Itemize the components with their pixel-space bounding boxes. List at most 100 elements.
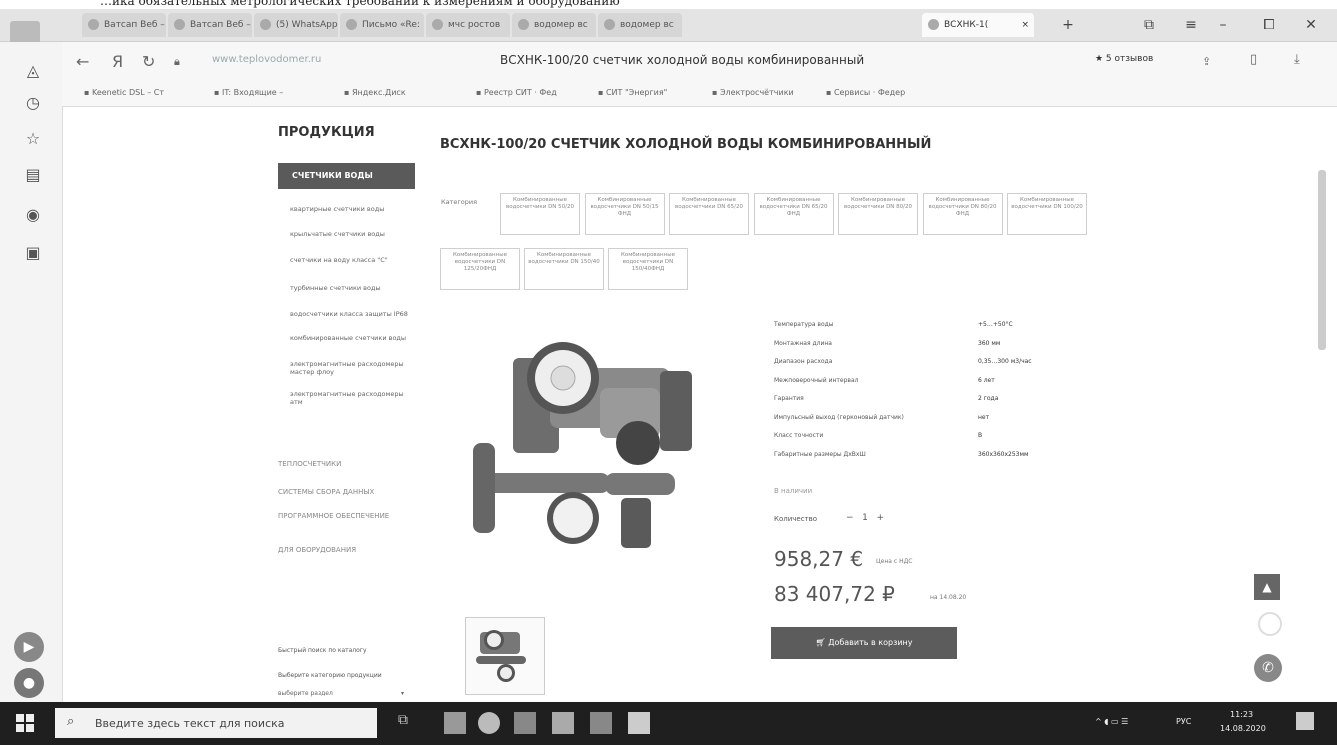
bookmark-label: IT: Входящие –: [221, 88, 284, 97]
search-icon: ⌕: [67, 714, 75, 729]
close-tab-icon[interactable]: ×: [1021, 13, 1029, 37]
downloads-icon[interactable]: ⤓: [1294, 52, 1300, 67]
tab-item[interactable]: Письмо «Re:: [340, 13, 424, 37]
sidebar-subitem[interactable]: комбинированные счетчики воды: [290, 334, 415, 342]
spec-label: Гарантия: [774, 395, 804, 402]
bookmark-item[interactable]: ▪ Сервисы · Федер: [826, 88, 905, 97]
calendar-icon[interactable]: ▣: [22, 242, 44, 264]
bookmark-item[interactable]: ▪ Реестр СИТ · Фед: [476, 88, 557, 97]
excel-icon[interactable]: [590, 712, 612, 734]
notifications-icon[interactable]: [1296, 712, 1314, 730]
filter-chip[interactable]: Комбинированные водосчетчики DN 50/15 ФН…: [584, 193, 665, 235]
reader-icon[interactable]: ▯: [1250, 52, 1257, 67]
filter-chip[interactable]: Комбинированные водосчетчики DN 150/40ФН…: [608, 248, 688, 290]
scroll-to-top-button[interactable]: ▲: [1254, 574, 1280, 600]
minimize-icon[interactable]: –: [1212, 15, 1234, 35]
restore-icon[interactable]: ⧠: [1258, 15, 1280, 35]
sidebar-subitem[interactable]: счетчики на воду класса "С": [290, 256, 415, 264]
notes-app-icon[interactable]: [628, 712, 650, 734]
sidebar-category[interactable]: ПРОГРАММНОЕ ОБЕСПЕЧЕНИЕ: [278, 512, 389, 520]
site-rating[interactable]: ★ 5 отзывов: [1095, 54, 1153, 64]
spec-value: нет: [978, 413, 990, 421]
yandex-browser-icon[interactable]: [478, 712, 500, 734]
sidebar-subitem[interactable]: водосчетчики класса защиты IP68: [290, 310, 415, 318]
price-eur: 958,27 €: [774, 547, 864, 571]
history-icon[interactable]: ◷: [22, 92, 44, 114]
filter-chip[interactable]: Комбинированные водосчетчики DN 80/20: [838, 193, 918, 235]
filter-chip[interactable]: Комбинированные водосчетчики DN 100/20: [1007, 193, 1087, 235]
tab-item[interactable]: водомер вс: [598, 13, 682, 37]
page-scrollbar[interactable]: [1318, 170, 1326, 350]
tab-item[interactable]: Ватсап Веб –: [168, 13, 252, 37]
quantity-label: Количество: [774, 515, 818, 523]
menu-icon[interactable]: ≡: [1180, 15, 1202, 35]
bookmark-item[interactable]: ▪ Keenetic DSL – Ст: [84, 88, 164, 97]
tray-icons[interactable]: ^ ◖ ▭ ☰: [1095, 717, 1128, 726]
sidebar-category[interactable]: ТЕПЛОСЧЕТЧИКИ: [278, 460, 341, 468]
back-arrow-icon[interactable]: ←: [76, 52, 89, 71]
tab-favicon-icon: [604, 19, 615, 30]
tab-item[interactable]: водомер вс: [512, 13, 596, 37]
new-tab-button[interactable]: +: [1057, 15, 1079, 35]
sidebar-subitem[interactable]: квартирные счетчики воды: [290, 205, 415, 213]
tabs-panel-icon[interactable]: ⧉: [1138, 15, 1160, 35]
share-icon[interactable]: ⇪: [1202, 55, 1211, 68]
voice-assistant-icon[interactable]: ●: [14, 668, 44, 698]
filter-chip[interactable]: Комбинированные водосчетчики DN 65/20: [669, 193, 749, 235]
filter-chip[interactable]: Комбинированные водосчетчики DN 150/40: [524, 248, 604, 290]
tab-item[interactable]: (5) WhatsApp: [254, 13, 338, 37]
sidebar-subitem[interactable]: электромагнитные расходомеры атм: [290, 390, 415, 406]
search-placeholder: Введите здесь текст для поиска: [95, 717, 285, 730]
chevron-down-icon: ▾: [400, 690, 404, 697]
taskbar-search-input[interactable]: ⌕ Введите здесь текст для поиска: [55, 708, 377, 738]
filter-chip[interactable]: Комбинированные водосчетчики DN 125/20ФН…: [440, 248, 520, 290]
language-indicator[interactable]: РУС: [1176, 717, 1191, 726]
sidebar-subitem[interactable]: электромагнитные расходомеры мастер флоу: [290, 360, 415, 376]
phone-call-button[interactable]: ✆: [1254, 654, 1282, 682]
tab-favicon-icon: [260, 19, 271, 30]
word-icon[interactable]: [514, 712, 536, 734]
filter-chip[interactable]: Комбинированные водосчетчики DN 80/20 ФН…: [922, 193, 1003, 235]
file-explorer-icon[interactable]: [444, 712, 466, 734]
add-to-cart-button[interactable]: 🛒︎ Добавить в корзину: [771, 627, 957, 659]
plus-icon[interactable]: +: [876, 513, 884, 523]
filter-chip[interactable]: Комбинированные водосчетчики DN 65/20 ФН…: [753, 193, 834, 235]
task-view-icon[interactable]: ⧉: [392, 712, 414, 734]
quantity-value[interactable]: 1: [862, 513, 868, 523]
alice-icon[interactable]: ◬: [22, 60, 44, 82]
close-window-icon[interactable]: ✕: [1300, 15, 1322, 35]
tab-item[interactable]: Ватсап Веб –: [82, 13, 166, 37]
sidebar-subitem[interactable]: крыльчатые счетчики воды: [290, 230, 415, 238]
bookmark-item[interactable]: ▪ IT: Входящие –: [214, 88, 283, 97]
bookmark-item[interactable]: ▪ Яндекс.Диск: [344, 88, 406, 97]
filter-chip[interactable]: Комбинированные водосчетчики DN 50/20: [500, 193, 580, 235]
reload-icon[interactable]: ↻: [142, 52, 155, 71]
tab-favicon-icon: [88, 19, 99, 30]
pdf-icon[interactable]: [552, 712, 574, 734]
product-thumbnail[interactable]: [465, 617, 545, 695]
notes-icon[interactable]: ▤: [22, 164, 44, 186]
windows-start-icon[interactable]: [16, 714, 34, 732]
yandex-logo-icon[interactable]: Я: [112, 52, 123, 71]
bookmark-item[interactable]: ▪ Электросчётчики: [712, 88, 794, 97]
minus-icon[interactable]: −: [846, 513, 854, 523]
sidebar-category[interactable]: ДЛЯ ОБОРУДОВАНИЯ: [278, 546, 356, 554]
sidebar-subitem[interactable]: турбинные счетчики воды: [290, 284, 415, 292]
bookmark-item[interactable]: ▪ СИТ "Энергия": [598, 88, 667, 97]
url-text[interactable]: www.teplovodomer.ru: [212, 54, 321, 65]
tab-item[interactable]: мчс ростов: [426, 13, 510, 37]
sidebar-category[interactable]: СИСТЕМЫ СБОРА ДАННЫХ: [278, 488, 374, 496]
tab-active[interactable]: ВСХНК-1( ×: [922, 13, 1034, 37]
cart-icon: 🛒︎: [815, 638, 826, 647]
clock-time[interactable]: 11:23: [1230, 710, 1253, 719]
spec-label: Диапазон расхода: [774, 358, 833, 365]
category-select-value: выберите раздел: [278, 690, 333, 697]
quantity-stepper[interactable]: − 1 +: [846, 513, 884, 523]
spec-value: 360х360х253мм: [978, 450, 1029, 458]
play-icon[interactable]: ▶: [14, 632, 44, 662]
bookmark-label: Реестр СИТ · Фед: [483, 88, 557, 97]
media-icon[interactable]: ◉: [22, 204, 44, 226]
category-water-meters[interactable]: СЧЕТЧИКИ ВОДЫ: [278, 163, 415, 189]
bookmarks-star-icon[interactable]: ☆: [22, 128, 44, 150]
clock-date[interactable]: 14.08.2020: [1220, 724, 1266, 733]
